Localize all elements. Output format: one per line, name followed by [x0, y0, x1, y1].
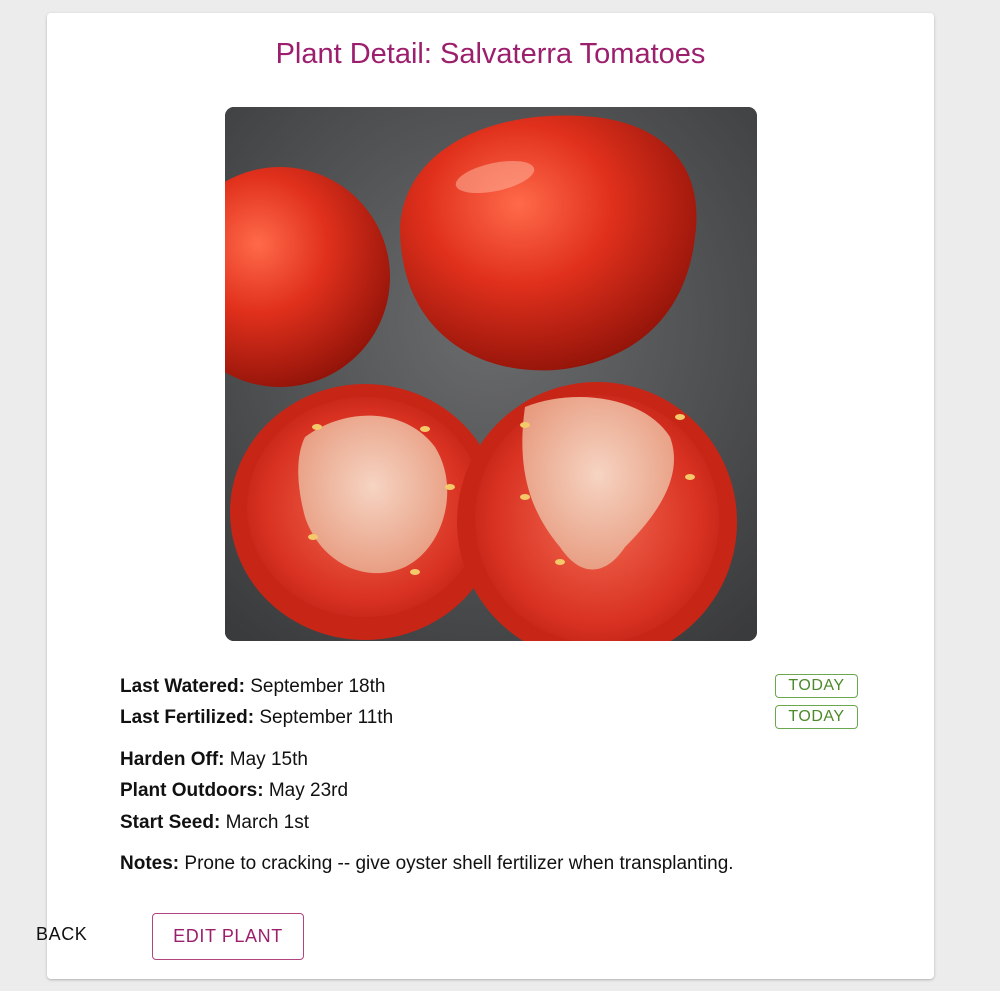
- notes-value: Prone to cracking -- give oyster shell f…: [184, 853, 734, 874]
- water-today-button[interactable]: TODAY: [775, 674, 858, 698]
- fertilize-today-button[interactable]: TODAY: [775, 705, 858, 729]
- back-button[interactable]: BACK: [36, 924, 87, 945]
- last-fertilized-row: Last Fertilized: September 11th: [120, 706, 393, 730]
- last-watered-label: Last Watered:: [120, 676, 245, 697]
- plant-outdoors-row: Plant Outdoors: May 23rd: [120, 779, 348, 803]
- edit-plant-button[interactable]: EDIT PLANT: [152, 913, 304, 960]
- notes-label: Notes:: [120, 853, 180, 874]
- last-fertilized-label: Last Fertilized:: [120, 707, 255, 728]
- last-watered-row: Last Watered: September 18th: [120, 675, 385, 699]
- plant-outdoors-value: May 23rd: [268, 780, 349, 801]
- start-seed-row: Start Seed: March 1st: [120, 811, 309, 835]
- harden-off-value: May 15th: [229, 749, 308, 770]
- start-seed-label: Start Seed:: [120, 812, 221, 833]
- last-watered-value: September 18th: [250, 676, 386, 697]
- start-seed-value: March 1st: [225, 812, 310, 833]
- plant-detail-card: Plant Detail: Salvaterra Tomatoes Last W…: [47, 13, 934, 979]
- harden-off-row: Harden Off: May 15th: [120, 748, 308, 772]
- page-title: Plant Detail: Salvaterra Tomatoes: [275, 38, 706, 70]
- plant-photo: [225, 107, 757, 641]
- last-fertilized-value: September 11th: [259, 707, 394, 728]
- plant-outdoors-label: Plant Outdoors:: [120, 780, 264, 801]
- notes-row: Notes: Prone to cracking -- give oyster …: [120, 852, 734, 876]
- harden-off-label: Harden Off:: [120, 749, 225, 770]
